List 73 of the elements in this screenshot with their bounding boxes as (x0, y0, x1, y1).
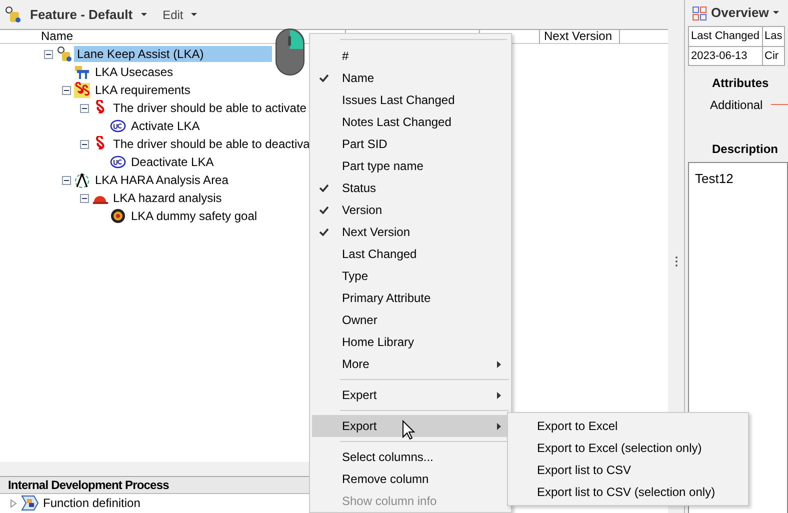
tree-item[interactable]: LKA hazard analysis (110, 190, 225, 206)
column-header[interactable]: Name (41, 29, 74, 43)
menu-item[interactable]: More (312, 353, 509, 375)
tree-item[interactable]: The driver should be able to deactiva (110, 136, 313, 152)
tree-item[interactable]: Activate LKA (128, 118, 203, 134)
menu-item[interactable]: Remove column (312, 468, 509, 490)
menu-item[interactable]: Select columns... (312, 446, 509, 468)
process-icon (21, 495, 39, 511)
tree-item[interactable]: The driver should be able to activate (110, 100, 310, 116)
submenu-arrow-icon (497, 423, 501, 430)
menu-item[interactable]: Part type name (312, 155, 509, 177)
tree-item[interactable]: Function definition (43, 494, 140, 512)
usecase-icon (110, 154, 126, 170)
menu-item[interactable]: Version (312, 199, 509, 221)
collapse-icon[interactable] (80, 140, 89, 148)
section-heading: Description (712, 142, 778, 156)
panel-title: Internal Development Process (8, 478, 169, 492)
menu-item[interactable]: Home Library (312, 331, 509, 353)
menu-item[interactable]: Status (312, 177, 509, 199)
collapse-icon[interactable] (44, 50, 53, 58)
column-header: Last Changed (688, 26, 762, 46)
tree-item[interactable]: LKA dummy safety goal (128, 208, 260, 224)
grid-icon (692, 6, 707, 20)
usecase-folder-icon (74, 64, 90, 80)
tree-item[interactable]: LKA HARA Analysis Area (92, 172, 232, 188)
usecase-icon (110, 118, 126, 134)
submenu-arrow-icon (497, 392, 501, 399)
menu-item[interactable]: Issues Last Changed (312, 89, 509, 111)
target-icon (110, 208, 126, 224)
menu-item[interactable]: Export to Excel (508, 415, 748, 437)
menu-item[interactable]: Export list to CSV (selection only) (508, 481, 748, 503)
expand-icon[interactable] (10, 498, 17, 508)
submenu-arrow-icon (497, 361, 501, 368)
tree-item[interactable]: Deactivate LKA (128, 154, 217, 170)
collapse-icon[interactable] (62, 86, 71, 94)
collapse-icon[interactable] (80, 194, 89, 202)
caret-icon[interactable] (772, 11, 779, 15)
compass-icon (74, 172, 90, 188)
menu-item[interactable]: Next Version (312, 221, 509, 243)
package-icon (56, 46, 72, 62)
collapse-icon[interactable] (80, 104, 89, 112)
menu-item[interactable]: Primary Attribute (312, 287, 509, 309)
menu-item[interactable]: Expert (312, 384, 509, 406)
splitter-grip-icon[interactable] (674, 256, 678, 266)
caret-icon[interactable] (140, 12, 147, 16)
menu-item[interactable]: Name (312, 67, 509, 89)
tree-item[interactable]: LKA requirements (92, 82, 194, 98)
menu-item[interactable]: Export to Excel (selection only) (508, 437, 748, 459)
menu-item[interactable]: Export list to CSV (508, 459, 748, 481)
menu-item[interactable]: Owner (312, 309, 509, 331)
menu-item[interactable]: Notes Last Changed (312, 111, 509, 133)
menu-item[interactable]: Last Changed (312, 243, 509, 265)
leader-line (770, 104, 788, 106)
panel-title[interactable]: Overview (711, 3, 769, 23)
menu-item[interactable]: # (312, 45, 509, 67)
column-header: Las (762, 26, 785, 46)
table-cell: 2023-06-13 (688, 46, 762, 66)
tree-item[interactable]: Lane Keep Assist (LKA) (74, 46, 272, 62)
tree-item[interactable]: LKA Usecases (92, 64, 176, 80)
description-text: Test12 (695, 171, 734, 186)
attribute-label: Additional (710, 97, 763, 114)
table-cell: Cir (762, 46, 785, 66)
menu-item[interactable]: Export (312, 415, 509, 437)
column-header[interactable]: Next Version (544, 29, 612, 43)
edit-menu[interactable]: Edit (162, 6, 184, 24)
cursor-icon (402, 420, 415, 440)
view-title[interactable]: Feature - Default (30, 4, 133, 24)
mouse-icon (275, 28, 305, 76)
caret-icon[interactable] (191, 12, 198, 16)
menu-item[interactable]: Part SID (312, 133, 509, 155)
menu-item[interactable]: Type (312, 265, 509, 287)
collapse-icon[interactable] (62, 176, 71, 184)
section-heading: Attributes (712, 76, 769, 90)
